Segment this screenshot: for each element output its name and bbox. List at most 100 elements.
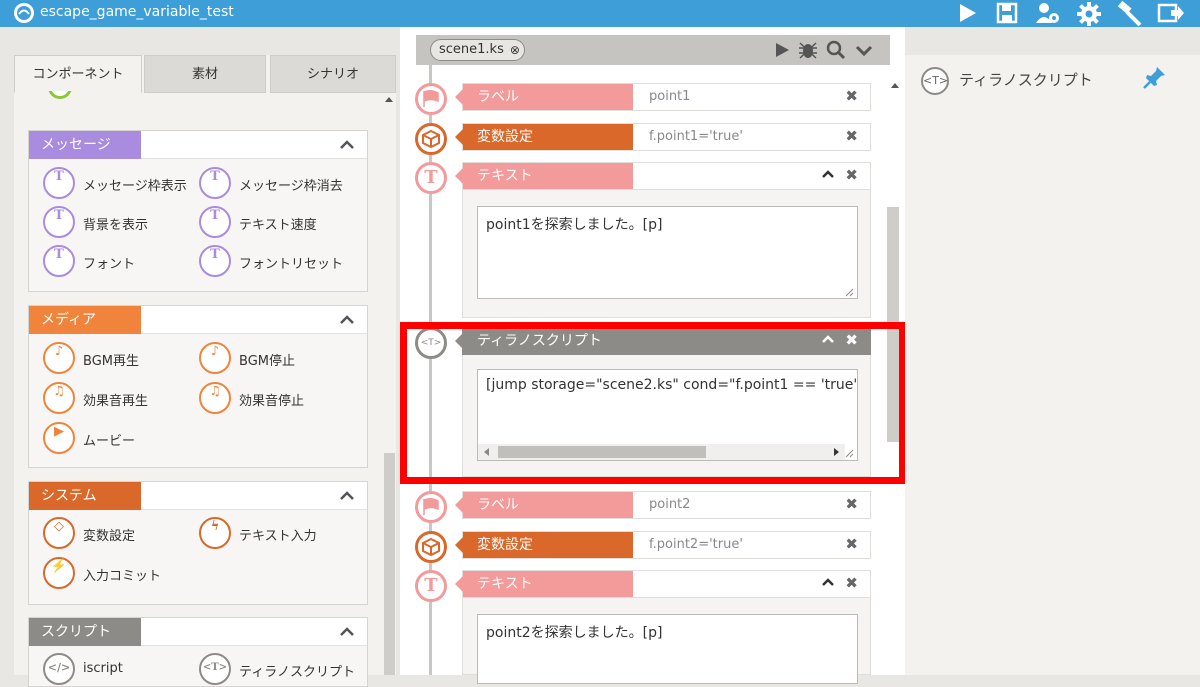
close-icon[interactable]: ✖ xyxy=(845,495,858,513)
block-label-point1[interactable]: ラベル point1 ✖ xyxy=(455,83,871,111)
category-label: スクリプト xyxy=(29,618,141,646)
horizontal-scrollbar[interactable] xyxy=(478,444,845,460)
category-media: メディア ♪ BGM再生 ♪ BGM停止 ♫ 効果音再生 ♫ 効果音停止 ▶ ムービー xyxy=(28,305,368,468)
block-tag: ラベル xyxy=(455,84,633,110)
se-stop-icon: ♫ xyxy=(199,382,231,414)
play-icon[interactable] xyxy=(772,40,792,60)
script-node: <T> xyxy=(415,327,447,359)
category-header[interactable]: メディア xyxy=(29,306,367,334)
tab-scenario[interactable]: シナリオ xyxy=(270,55,396,93)
lightning-icon: ϟ xyxy=(199,517,231,549)
properties-panel: <T> ティラノスクリプト xyxy=(891,55,1200,675)
scroll-left-arrow-icon[interactable] xyxy=(484,448,489,456)
variable-cube-icon xyxy=(422,129,440,149)
category-system: システム ◇ 変数設定 ϟ テキスト入力 ⚡ 入力コミット xyxy=(28,481,368,605)
close-icon[interactable]: ✖ xyxy=(845,535,858,553)
file-tab-label: scene1.ks xyxy=(439,42,504,57)
resize-grip-icon[interactable] xyxy=(845,449,854,458)
editor-scroll-thumb[interactable] xyxy=(887,207,899,442)
category-header[interactable]: システム xyxy=(29,482,367,510)
category-message: メッセージ T メッセージ枠表示 T メッセージ枠消去 T 背景を表示 T テキスト速度… xyxy=(28,130,368,292)
variable-cube-icon: ◇ xyxy=(43,517,75,549)
scroll-right-arrow-icon[interactable] xyxy=(834,448,839,456)
close-icon[interactable]: ✖ xyxy=(845,331,858,349)
text-editor[interactable]: point1を探索しました。[p] xyxy=(477,206,858,299)
file-tab-scene1[interactable]: scene1.ks ⊗ xyxy=(430,39,525,61)
user-settings-icon[interactable] xyxy=(1033,0,1061,27)
chevron-up-icon[interactable] xyxy=(822,333,834,345)
chevron-up-icon[interactable] xyxy=(339,137,355,153)
close-icon[interactable]: ✖ xyxy=(845,127,858,145)
variable-cube-icon xyxy=(422,537,440,557)
resize-grip-icon[interactable] xyxy=(845,288,854,297)
block-value[interactable]: point1 xyxy=(649,89,690,104)
tyrano-tag-icon: <T> xyxy=(420,338,442,348)
app-title: escape_game_variable_test xyxy=(40,4,234,20)
label-node xyxy=(415,491,447,523)
flag-icon xyxy=(423,89,439,107)
block-tag: ラベル xyxy=(455,492,633,518)
component-panel: コンポーネント 素材 シナリオ メッセージ T メッセージ枠表示 T メッセージ枠消… xyxy=(14,55,396,687)
play-icon[interactable] xyxy=(953,0,981,27)
block-tag: 変数設定 xyxy=(455,124,633,150)
tab-materials[interactable]: 素材 xyxy=(144,55,266,93)
export-icon[interactable] xyxy=(1155,0,1184,27)
chevron-up-icon[interactable] xyxy=(339,624,355,640)
close-icon[interactable]: ✖ xyxy=(845,166,858,184)
block-label-point2[interactable]: ラベル point2 ✖ xyxy=(455,491,871,519)
font-reset-icon: T xyxy=(199,245,231,277)
category-label: メディア xyxy=(29,306,141,334)
block-variable-point2[interactable]: 変数設定 f.point2='true' ✖ xyxy=(455,531,871,559)
scroll-thumb[interactable] xyxy=(384,453,395,675)
chevron-up-icon[interactable] xyxy=(822,168,834,180)
chevron-up-icon[interactable] xyxy=(339,488,355,504)
text-node: T xyxy=(415,570,447,602)
message-show-icon: T xyxy=(43,167,75,199)
scroll-up-arrow-icon[interactable] xyxy=(891,83,899,88)
block-tag: ティラノスクリプト xyxy=(455,328,633,354)
tyrano-tag-icon: <T> xyxy=(199,653,231,685)
block-value[interactable]: f.point2='true' xyxy=(649,537,743,552)
scroll-up-arrow-icon[interactable] xyxy=(385,97,393,102)
text-t-icon: T xyxy=(424,575,438,596)
save-icon[interactable] xyxy=(993,0,1021,27)
scroll-thumb[interactable] xyxy=(498,446,706,458)
title-bar: escape_game_variable_test xyxy=(0,0,1200,27)
chevron-up-icon[interactable] xyxy=(822,576,834,588)
block-text-point1[interactable]: テキスト ✖ point1を探索しました。[p] xyxy=(455,162,871,318)
tab-components[interactable]: コンポーネント xyxy=(14,55,142,93)
script-text: [jump storage="scene2.ks" cond="f.point1… xyxy=(486,377,858,393)
pin-icon[interactable] xyxy=(1143,65,1167,89)
chevron-up-icon[interactable] xyxy=(339,312,355,328)
app-logo-icon xyxy=(14,3,34,23)
gear-icon[interactable] xyxy=(1074,0,1102,27)
category-header[interactable]: スクリプト xyxy=(29,618,367,646)
se-play-icon: ♫ xyxy=(43,382,75,414)
block-tyrano-script[interactable]: ティラノスクリプト ✖ [jump storage="scene2.ks" co… xyxy=(455,327,871,477)
close-icon[interactable]: ✖ xyxy=(845,87,858,105)
close-tab-icon[interactable]: ⊗ xyxy=(510,40,520,60)
block-value[interactable]: f.point1='true' xyxy=(649,129,743,144)
block-variable-point1[interactable]: 変数設定 f.point1='true' ✖ xyxy=(455,123,871,151)
code-icon: </> xyxy=(43,653,75,685)
category-script: スクリプト </> iscript <T> ティラノスクリプト xyxy=(28,617,368,687)
variable-node xyxy=(415,531,447,563)
close-icon[interactable]: ✖ xyxy=(845,574,858,592)
bgm-play-icon: ♪ xyxy=(43,342,75,374)
font-icon: T xyxy=(43,245,75,277)
bug-icon[interactable] xyxy=(798,40,818,60)
category-label: システム xyxy=(29,482,141,510)
plug-icon: ⚡ xyxy=(43,557,75,589)
chevron-down-icon[interactable] xyxy=(854,40,874,60)
search-icon[interactable] xyxy=(826,40,846,60)
movie-icon: ▶ xyxy=(43,422,75,454)
panel-title: ティラノスクリプト xyxy=(959,71,1093,89)
block-text-point2[interactable]: テキスト ✖ point2を探索しました。[p] xyxy=(455,570,871,684)
text-editor[interactable]: point2を探索しました。[p] xyxy=(477,614,858,684)
block-value[interactable]: point2 xyxy=(649,497,690,512)
hammer-icon[interactable] xyxy=(1115,0,1143,27)
category-header[interactable]: メッセージ xyxy=(29,131,367,159)
file-tab-bar: scene1.ks ⊗ xyxy=(416,35,890,65)
category-label: メッセージ xyxy=(29,131,141,159)
left-scrollbar[interactable] xyxy=(383,93,396,675)
